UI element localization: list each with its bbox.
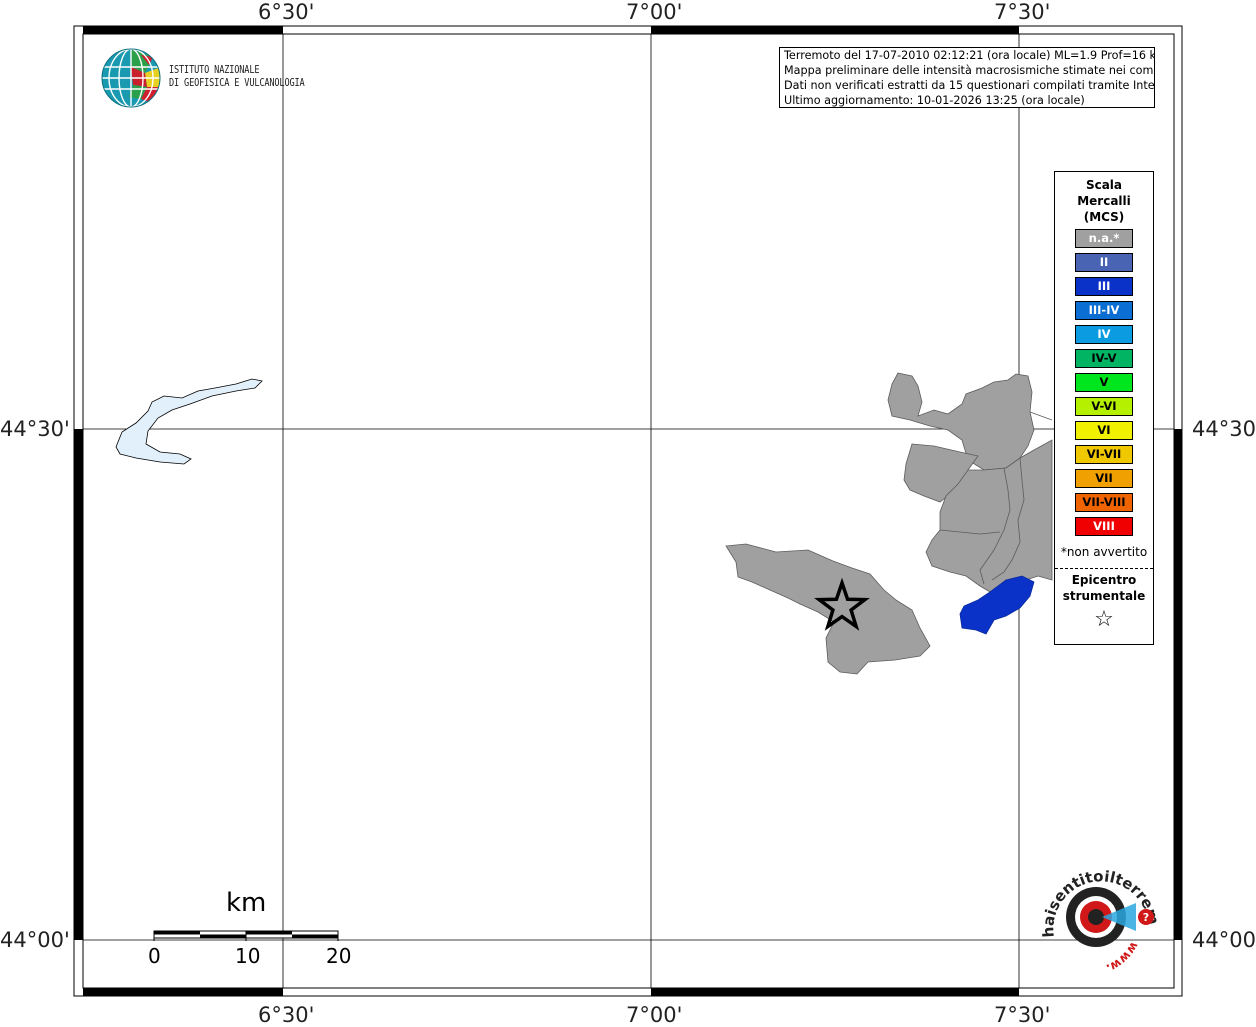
legend-note: *non avvertito xyxy=(1060,545,1148,559)
lat-label-left-2: 44°00' xyxy=(0,928,70,952)
ingv-logo-text: ISTITUTO NAZIONALE DI GEOFISICA E VULCAN… xyxy=(169,64,305,90)
logo-text-line1: ISTITUTO NAZIONALE xyxy=(169,64,260,76)
event-info-line4: Ultimo aggiornamento: 10-01-2026 13:25 (… xyxy=(784,94,1085,107)
legend-title-line3: (MCS) xyxy=(1083,210,1125,224)
legend-swatch-6: V xyxy=(1075,373,1133,392)
scale-label-0: 0 xyxy=(148,944,161,968)
event-info-line2: Mappa preliminare delle intensità macros… xyxy=(784,64,1155,77)
lon-label-top-2: 7°00' xyxy=(626,0,683,24)
lat-label-left-1: 44°30' xyxy=(0,417,70,441)
legend-swatch-11: VII-VIII xyxy=(1075,493,1133,512)
svg-text:www.: www. xyxy=(1104,940,1142,976)
legend-swatch-9: VI-VII xyxy=(1075,445,1133,464)
legend-swatch-5: IV-V xyxy=(1075,349,1133,368)
legend-swatch-2: III xyxy=(1075,277,1133,296)
mcs-legend: Scala Mercalli (MCS) n.a.* II III III-IV IV I… xyxy=(1054,171,1154,645)
legend-title-line2: Mercalli xyxy=(1077,194,1131,208)
lat-label-right-2: 44°00' xyxy=(1192,928,1256,952)
svg-text:?: ? xyxy=(1143,911,1149,924)
legend-swatch-4: IV xyxy=(1075,325,1133,344)
legend-epicenter-title: Epicentro strumentale xyxy=(1055,572,1153,604)
legend-epicenter-star-icon: ☆ xyxy=(1094,607,1114,632)
legend-swatch-8: VI xyxy=(1075,421,1133,440)
legend-swatch-12: VIII xyxy=(1075,517,1133,536)
lon-label-top-3: 7°30' xyxy=(994,0,1051,24)
ingv-globe-icon xyxy=(101,48,161,108)
scale-label-20: 20 xyxy=(326,944,352,968)
legend-title-line1: Scala xyxy=(1085,178,1123,192)
legend-swatch-3: III-IV xyxy=(1075,301,1133,320)
legend-swatch-0: n.a.* xyxy=(1075,229,1133,248)
legend-epicenter-line2: strumentale xyxy=(1062,589,1146,603)
haisentito-www: www. xyxy=(1104,940,1142,976)
scale-label-10: 10 xyxy=(235,944,261,968)
event-info-box: Terremoto del 17-07-2010 02:12:21 (ora l… xyxy=(779,47,1155,108)
legend-epicenter-line1: Epicentro xyxy=(1071,573,1137,587)
ingv-logo: ISTITUTO NAZIONALE DI GEOFISICA E VULCAN… xyxy=(101,47,321,109)
lon-label-bottom-3: 7°30' xyxy=(994,1003,1051,1027)
haisentito-logo: haisentitoilterremoto.it www. ? xyxy=(1036,855,1163,976)
lon-label-top-1: 6°30' xyxy=(258,0,315,24)
legend-title: Scala Mercalli (MCS) xyxy=(1055,177,1153,225)
logo-text-line2: DI GEOFISICA E VULCANOLOGIA xyxy=(169,77,305,89)
legend-swatch-7: V-VI xyxy=(1075,397,1133,416)
event-info-line1: Terremoto del 17-07-2010 02:12:21 (ora l… xyxy=(784,49,1155,62)
legend-divider xyxy=(1055,568,1153,569)
legend-swatch-1: II xyxy=(1075,253,1133,272)
lat-label-right-1: 44°30' xyxy=(1192,417,1256,441)
legend-swatch-10: VII xyxy=(1075,469,1133,488)
scale-unit: km xyxy=(226,888,267,918)
lon-label-bottom-1: 6°30' xyxy=(258,1003,315,1027)
lon-label-bottom-2: 7°00' xyxy=(626,1003,683,1027)
event-info-line3: Dati non verificati estratti da 15 quest… xyxy=(784,79,1155,92)
